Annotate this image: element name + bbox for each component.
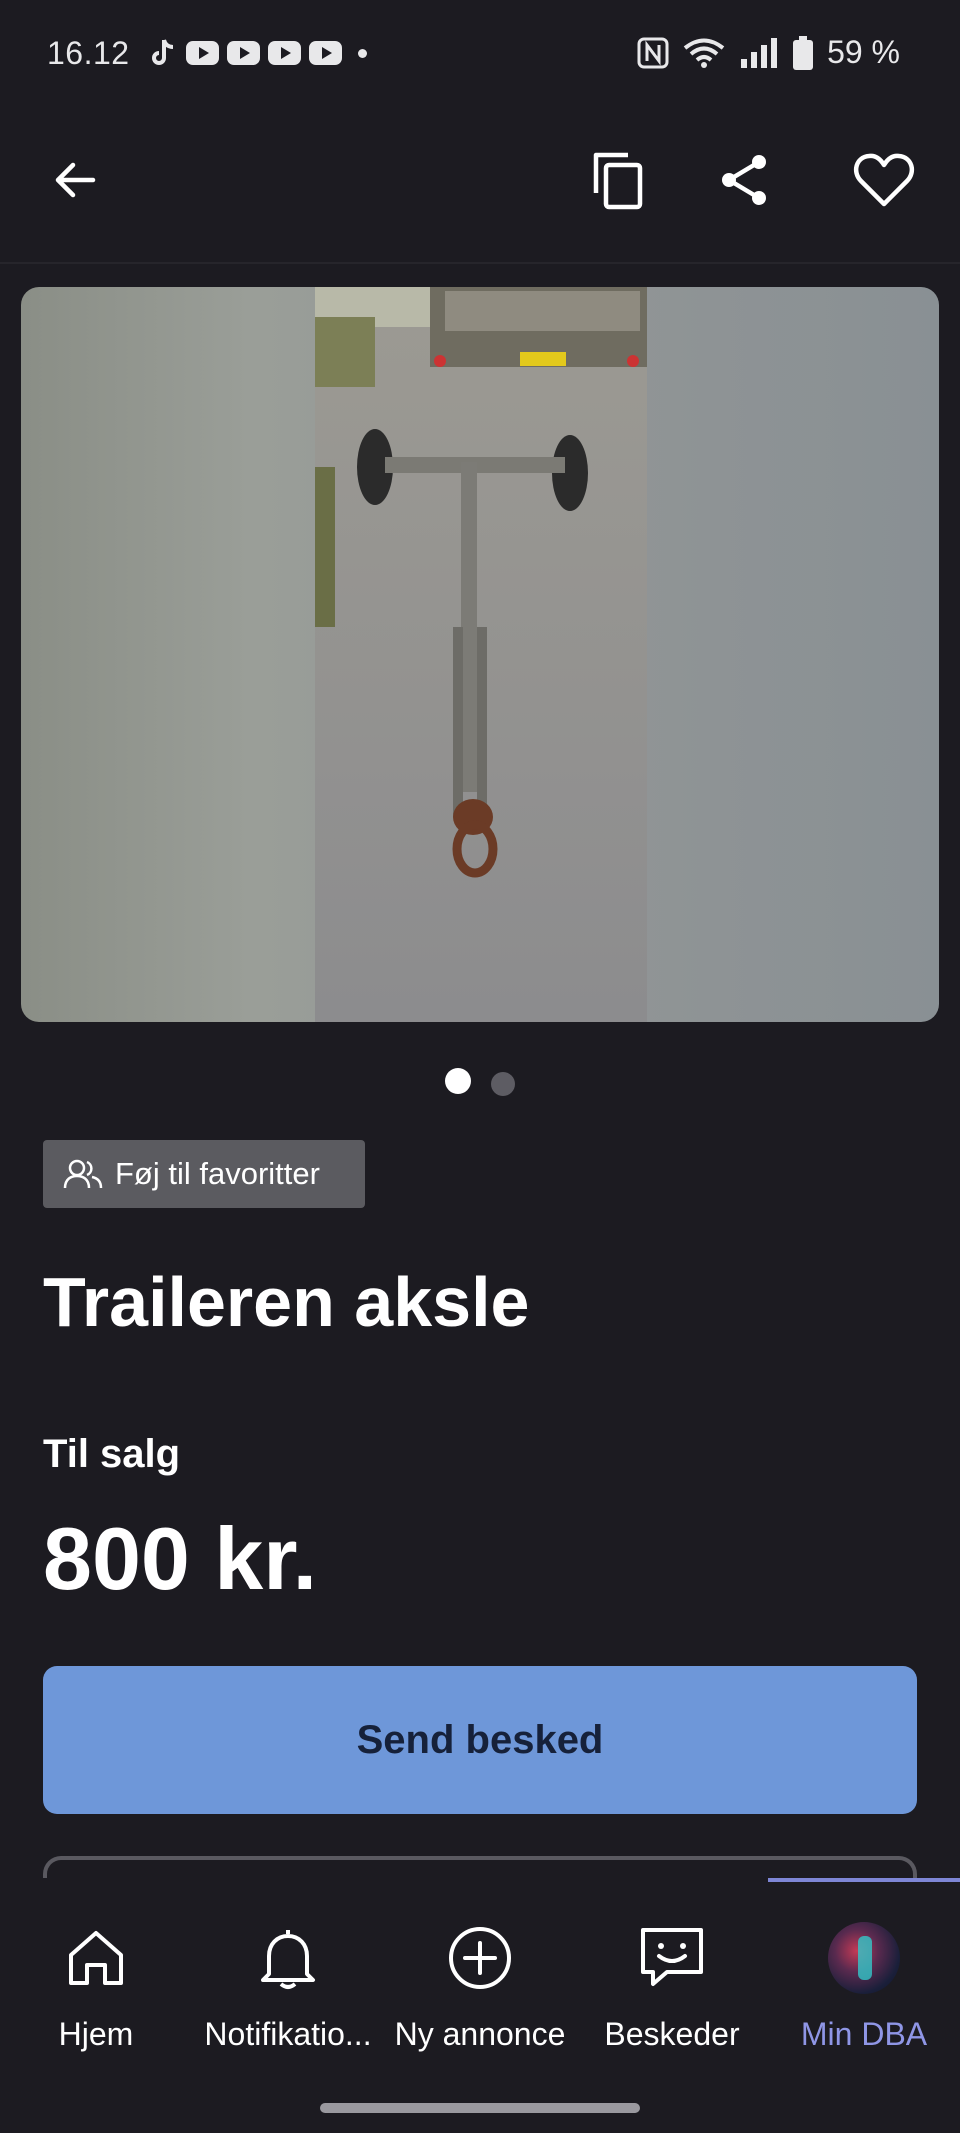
system-icons: 59 %	[637, 34, 900, 71]
pagination-dot-active[interactable]	[445, 1068, 471, 1094]
avatar	[828, 1922, 900, 1994]
more-notifications-icon	[358, 48, 367, 58]
nav-label-my-dba: Min DBA	[800, 2016, 928, 2052]
listing-price: 800 kr.	[43, 1509, 318, 1608]
status-time: 16.12	[47, 35, 130, 71]
battery-icon	[793, 35, 814, 70]
send-message-label: Send besked	[356, 1717, 604, 1762]
nav-item-my-dba[interactable]: Min DBA	[768, 1918, 960, 2053]
send-message-button[interactable]: Send besked	[43, 1666, 917, 1814]
nav-item-home[interactable]: Hjem	[0, 1918, 192, 2053]
copy-button[interactable]	[578, 140, 658, 220]
nav-label-notifications: Notifikatio...	[204, 2016, 372, 2052]
bottom-navigation: Hjem Notifikatio... Ny annonce Beskeder …	[0, 1878, 960, 2133]
notification-icons	[150, 38, 367, 68]
copy-icon	[593, 152, 643, 210]
signal-icon	[741, 37, 778, 68]
arrow-left-icon	[55, 162, 96, 198]
chat-icon	[641, 1928, 703, 1986]
pagination-dot[interactable]	[491, 1072, 515, 1096]
tiktok-icon	[152, 39, 174, 65]
battery-percent: 59 %	[827, 34, 900, 70]
listing-photo	[315, 287, 647, 1022]
favorite-button[interactable]	[844, 140, 924, 220]
nfc-icon	[637, 37, 669, 68]
nav-label-home: Hjem	[58, 2016, 134, 2052]
nav-item-messages[interactable]: Beskeder	[576, 1918, 768, 2053]
nav-label-new-ad: Ny annonce	[394, 2016, 566, 2052]
heart-icon	[853, 153, 915, 207]
back-button[interactable]	[35, 140, 115, 220]
plus-circle-icon	[449, 1927, 511, 1989]
share-button[interactable]	[704, 140, 784, 220]
top-divider	[0, 262, 960, 264]
wifi-icon	[683, 38, 725, 68]
home-indicator[interactable]	[320, 2103, 640, 2113]
nav-label-messages: Beskeder	[604, 2016, 740, 2052]
image-pagination	[0, 1068, 960, 1096]
home-icon	[69, 1931, 123, 1985]
sale-type: Til salg	[43, 1432, 181, 1476]
top-bar	[0, 120, 960, 240]
add-to-favorites-button[interactable]: Føj til favoritter	[43, 1140, 365, 1208]
nav-item-new-ad[interactable]: Ny annonce	[384, 1918, 576, 2053]
youtube-icon	[227, 41, 260, 65]
share-icon	[722, 155, 766, 205]
listing-title: Traileren aksle	[43, 1263, 530, 1341]
add-to-favorites-label: Føj til favoritter	[115, 1156, 320, 1191]
image-gallery[interactable]	[21, 287, 939, 1022]
status-bar: 16.12 59 %	[0, 0, 960, 110]
nav-item-notifications[interactable]: Notifikatio...	[192, 1918, 384, 2053]
bell-icon	[261, 1930, 315, 1989]
youtube-icon	[186, 41, 219, 65]
active-tab-indicator	[768, 1878, 960, 1882]
users-icon	[63, 1159, 103, 1189]
youtube-icon	[309, 41, 342, 65]
youtube-icon	[268, 41, 301, 65]
